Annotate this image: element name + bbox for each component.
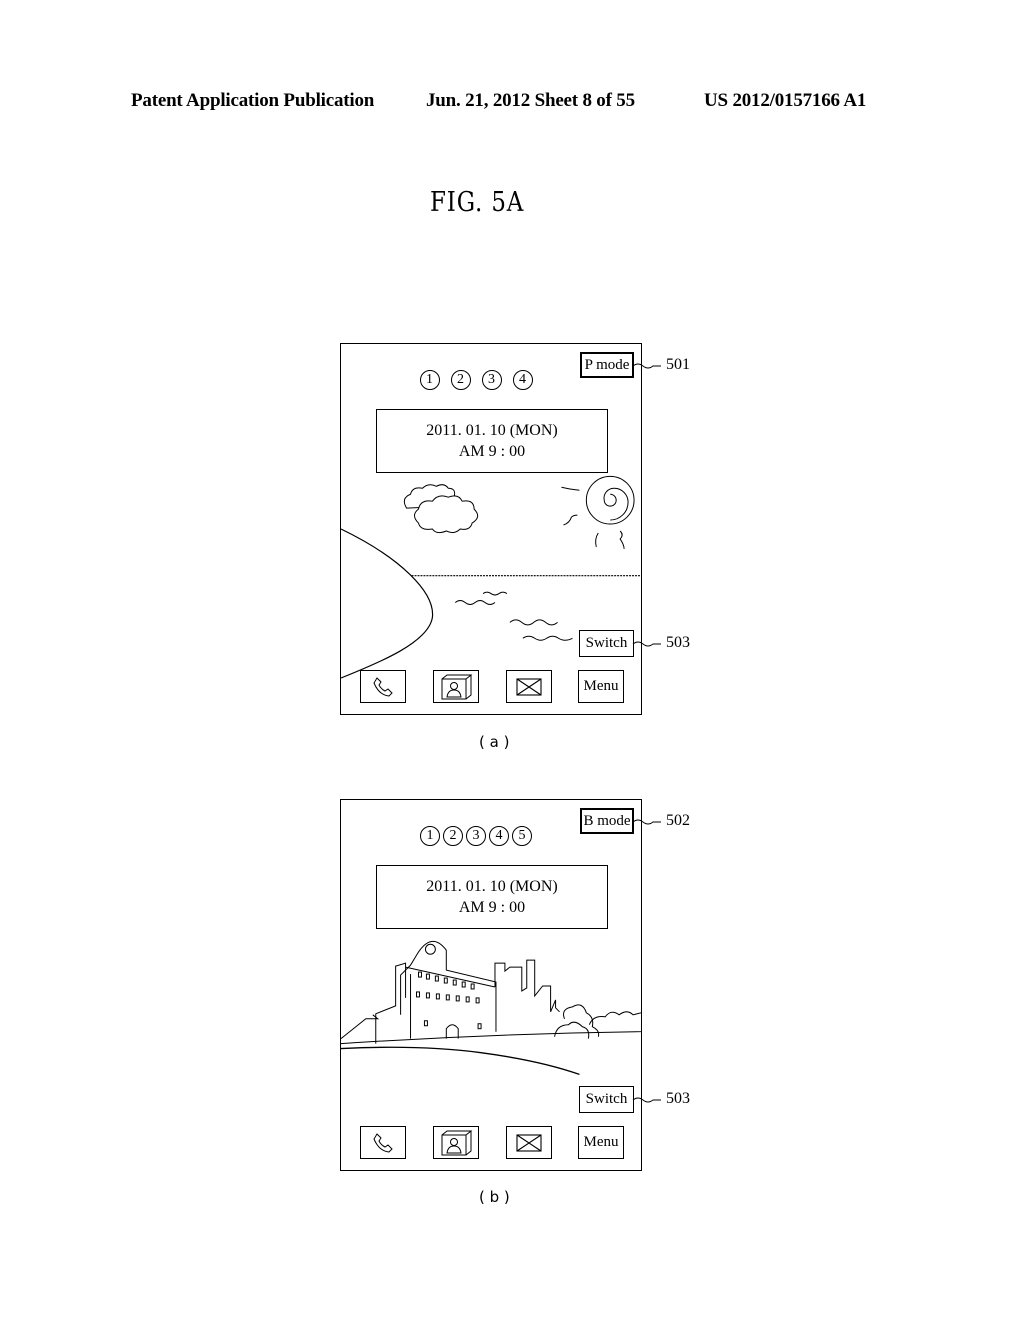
page-indicator[interactable]: 5 xyxy=(512,826,532,846)
callout-leader-501 xyxy=(632,363,661,369)
cloud-icon xyxy=(403,484,479,534)
page-indicator[interactable]: 2 xyxy=(450,370,471,390)
publication-type: Patent Application Publication xyxy=(131,90,375,111)
page-indicator[interactable]: 4 xyxy=(512,370,533,390)
reference-numeral-501: 501 xyxy=(666,356,690,373)
callout-leader-503 xyxy=(632,1097,661,1103)
contacts-button[interactable] xyxy=(433,1126,479,1159)
clock-date: 2011. 01. 10 (MON) xyxy=(426,422,558,439)
clock-widget: 2011. 01. 10 (MON) AM 9 : 00 xyxy=(376,865,608,929)
shoreline xyxy=(340,528,433,679)
phone-icon xyxy=(373,1132,393,1153)
beach-scene-background xyxy=(340,475,641,679)
menu-button[interactable]: Menu xyxy=(578,670,624,703)
reference-numeral-502: 502 xyxy=(666,812,690,829)
dock-bar: Menu xyxy=(360,670,624,704)
menu-button[interactable]: Menu xyxy=(578,1126,624,1159)
callout-leader-503 xyxy=(632,641,661,647)
reference-numeral-503: 503 xyxy=(666,1090,690,1107)
page-indicators: 1 2 3 4 5 xyxy=(326,826,626,846)
phone-screen-a: P mode 1 2 3 4 2011. 01. 10 (MON) AM 9 :… xyxy=(340,343,642,715)
reference-numeral-503: 503 xyxy=(666,634,690,651)
mail-button[interactable] xyxy=(506,1126,552,1159)
figure-title: FIG. 5A xyxy=(430,187,525,218)
clock-time: AM 9 : 00 xyxy=(458,899,526,916)
contacts-icon xyxy=(441,674,473,699)
clock-widget: 2011. 01. 10 (MON) AM 9 : 00 xyxy=(376,409,608,473)
clock-time: AM 9 : 00 xyxy=(458,443,526,460)
publication-date-sheet: Jun. 21, 2012 Sheet 8 of 55 xyxy=(426,90,635,111)
page-indicators: 1 2 3 4 xyxy=(326,370,626,390)
contacts-button[interactable] xyxy=(433,670,479,703)
phone-icon xyxy=(373,676,393,697)
dock-bar: Menu xyxy=(360,1126,624,1160)
castle-scene-background xyxy=(340,941,642,1076)
page-indicator[interactable]: 2 xyxy=(443,826,463,846)
page-indicator[interactable]: 3 xyxy=(481,370,502,390)
subfigure-label-a: ( a ) xyxy=(479,733,510,751)
phone-screen-b: B mode 1 2 3 4 5 2011. 01. 10 (MON) AM 9… xyxy=(340,799,642,1171)
mail-icon xyxy=(516,677,542,696)
subfigure-label-b: ( b ) xyxy=(479,1188,510,1206)
page-indicator[interactable]: 4 xyxy=(489,826,509,846)
waves xyxy=(454,591,573,641)
switch-button[interactable]: Switch xyxy=(579,1086,634,1113)
castle-drawing xyxy=(340,941,642,1076)
switch-button[interactable]: Switch xyxy=(579,630,634,657)
contacts-icon xyxy=(441,1130,473,1155)
page-indicator[interactable]: 3 xyxy=(466,826,486,846)
page-indicator[interactable]: 1 xyxy=(419,370,440,390)
phone-button[interactable] xyxy=(360,670,406,703)
clock-date: 2011. 01. 10 (MON) xyxy=(426,878,558,895)
publication-number: US 2012/0157166 A1 xyxy=(704,90,867,111)
page-indicator[interactable]: 1 xyxy=(420,826,440,846)
mail-button[interactable] xyxy=(506,670,552,703)
sun-icon xyxy=(561,475,635,549)
callout-leader-502 xyxy=(632,819,661,825)
mail-icon xyxy=(516,1133,542,1152)
phone-button[interactable] xyxy=(360,1126,406,1159)
